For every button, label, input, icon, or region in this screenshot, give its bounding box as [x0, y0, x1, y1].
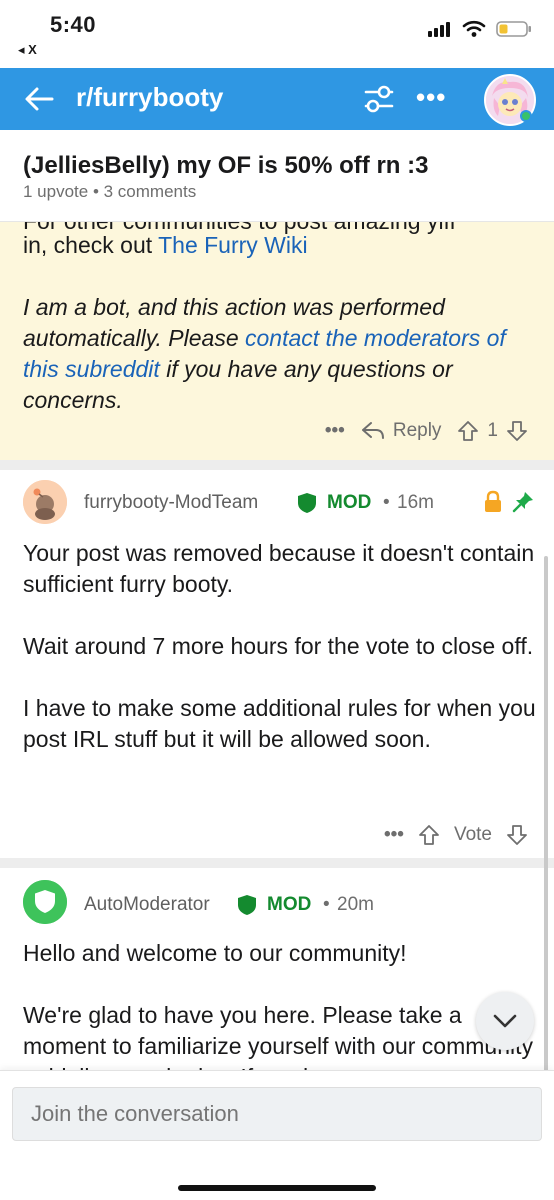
comment-divider	[0, 460, 554, 470]
separator-dot: •	[323, 894, 330, 915]
post-header[interactable]: (JelliesBelly) my OF is 50% off rn :3 1 …	[0, 130, 554, 222]
comment-line: in, check out The Furry Wiki	[23, 232, 308, 259]
comment-automoderator: AutoModerator MOD • 20m Hello and welcom…	[0, 868, 554, 1070]
comment-more-button[interactable]: •••	[384, 824, 404, 846]
mod-shield-icon	[237, 894, 257, 921]
mod-shield-icon	[297, 492, 317, 519]
reply-button[interactable]: Reply	[361, 420, 442, 442]
comment-actions: ••• Vote	[384, 824, 528, 846]
downvote-icon[interactable]	[506, 420, 528, 442]
comment-body: Hello and welcome to our community! We'r…	[23, 938, 538, 1070]
comment-paragraph: Your post was removed because it doesn't…	[23, 540, 535, 597]
downvote-icon[interactable]	[506, 824, 528, 846]
battery-icon	[496, 20, 532, 43]
upvote-icon[interactable]	[457, 420, 479, 442]
subreddit-title[interactable]: r/furrybooty	[76, 82, 223, 113]
comment-body: Your post was removed because it doesn't…	[23, 538, 538, 755]
upvote-icon[interactable]	[418, 824, 440, 846]
bot-disclaimer: I am a bot, and this action was performe…	[23, 292, 543, 416]
avatar[interactable]	[23, 480, 67, 524]
mod-badge: MOD	[267, 894, 312, 915]
pin-icon	[512, 491, 534, 518]
mod-badge: MOD	[327, 492, 372, 513]
automod-comment-block: For other communities to post amazing yi…	[0, 222, 554, 460]
comment-time: 16m	[397, 492, 434, 513]
comment-author[interactable]: AutoModerator	[84, 894, 210, 916]
app-bar: r/furrybooty •••	[0, 68, 554, 130]
comment-paragraph: I have to make some additional rules for…	[23, 695, 536, 752]
comment-actions: ••• Reply 1	[325, 420, 528, 442]
comment-modteam: furrybooty-ModTeam MOD • 16m Your post w…	[0, 470, 554, 858]
avatar[interactable]	[23, 880, 67, 924]
comment-more-button[interactable]: •••	[325, 420, 345, 442]
comment-divider	[0, 858, 554, 868]
cellular-signal-icon	[428, 21, 452, 42]
comment-composer-bar	[0, 1070, 554, 1200]
status-icons	[428, 20, 532, 43]
jump-to-next-comment-button[interactable]	[476, 992, 534, 1050]
vote-count: 1	[487, 420, 498, 441]
online-status-dot	[520, 110, 532, 122]
back-arrow-icon[interactable]	[22, 82, 56, 121]
status-bar: 5:40 ◂ X	[0, 0, 554, 68]
post-meta: 1 upvote • 3 comments	[23, 182, 197, 201]
reply-icon	[361, 422, 384, 439]
wifi-icon	[462, 20, 486, 43]
post-title[interactable]: (JelliesBelly) my OF is 50% off rn :3	[23, 152, 428, 180]
separator-dot: •	[383, 492, 390, 513]
comment-author[interactable]: furrybooty-ModTeam	[84, 492, 258, 514]
comment-paragraph: Hello and welcome to our community!	[23, 940, 407, 966]
more-options-button[interactable]: •••	[416, 82, 446, 113]
comment-paragraph: Wait around 7 more hours for the vote to…	[23, 633, 534, 659]
comment-text: in, check out	[23, 232, 159, 258]
vote-label: Vote	[453, 824, 492, 845]
comment-paragraph: We're glad to have you here. Please take…	[23, 1002, 533, 1070]
join-conversation-input[interactable]	[12, 1087, 542, 1141]
vote-control: 1	[457, 420, 528, 442]
scrollbar[interactable]	[544, 556, 548, 1116]
status-back-to-app[interactable]: ◂ X	[18, 42, 37, 58]
filter-icon[interactable]	[362, 82, 396, 121]
reply-label: Reply	[392, 420, 442, 441]
status-time: 5:40	[50, 12, 97, 37]
furry-wiki-link[interactable]: The Furry Wiki	[158, 232, 308, 258]
lock-icon	[483, 490, 503, 519]
home-indicator	[178, 1185, 376, 1191]
chevron-down-icon	[493, 1014, 517, 1028]
comment-time: 20m	[337, 894, 374, 915]
